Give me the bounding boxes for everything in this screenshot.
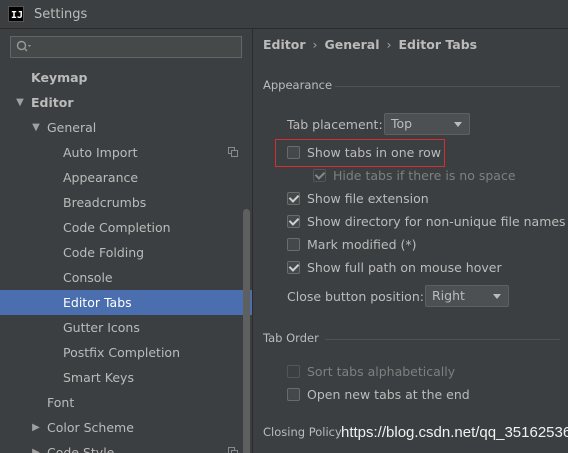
sort-alphabetically-label: Sort tabs alphabetically	[307, 364, 456, 379]
sidebar-item-console[interactable]: Console	[0, 265, 252, 290]
expand-arrow-icon[interactable]: ▼	[30, 115, 42, 140]
sidebar-scrollbar[interactable]	[243, 209, 250, 453]
sort-alphabetically-checkbox	[287, 365, 300, 378]
sidebar-item-label: Postfix Completion	[63, 345, 180, 360]
sidebar-item-label: Breadcrumbs	[63, 195, 147, 210]
sidebar-item-label: Font	[47, 395, 75, 410]
sidebar-item-label: Smart Keys	[63, 370, 134, 385]
sidebar-item-code-style[interactable]: ▶ Code Style	[0, 440, 252, 453]
sidebar-item-label: Color Scheme	[47, 420, 134, 435]
sidebar-item-label: Auto Import	[63, 145, 138, 160]
sidebar-item-code-folding[interactable]: Code Folding	[0, 240, 252, 265]
expand-arrow-icon[interactable]: ▼	[14, 90, 26, 115]
section-appearance-title: Appearance	[263, 78, 333, 92]
sidebar-item-postfix-completion[interactable]: Postfix Completion	[0, 340, 252, 365]
sidebar-item-label: Code Completion	[63, 220, 171, 235]
show-full-path-label: Show full path on mouse hover	[307, 260, 502, 275]
show-file-extension-label: Show file extension	[307, 191, 429, 206]
section-divider	[325, 339, 560, 340]
search-input[interactable]	[10, 36, 242, 58]
sidebar-item-label: Editor Tabs	[63, 295, 132, 310]
sidebar-item-appearance[interactable]: Appearance	[0, 165, 252, 190]
sidebar-item-smart-keys[interactable]: Smart Keys	[0, 365, 252, 390]
mark-modified-checkbox[interactable]	[287, 238, 300, 251]
show-directory-label: Show directory for non-unique file names	[307, 214, 566, 229]
close-button-position-label: Close button position:	[287, 287, 424, 307]
tab-placement-label-text: Tab placement:	[287, 117, 383, 132]
close-button-position-select[interactable]: Right	[425, 285, 509, 307]
title-bar: IJ Settings	[0, 0, 568, 29]
sidebar-item-font[interactable]: Font	[0, 390, 252, 415]
sidebar-item-label: General	[47, 120, 97, 135]
breadcrumb-editor-tabs: Editor Tabs	[398, 37, 478, 52]
close-button-position-value: Right	[432, 288, 465, 303]
collapse-arrow-icon[interactable]: ▶	[30, 415, 42, 440]
section-tab-order-title: Tab Order	[263, 331, 319, 345]
settings-sidebar: Keymap ▼ Editor ▼ General Auto Import Appearan…	[0, 29, 253, 453]
breadcrumb-general[interactable]: General	[325, 37, 380, 52]
chevron-down-icon	[454, 122, 462, 127]
sidebar-item-editor[interactable]: ▼ Editor	[0, 90, 252, 115]
tab-placement-label: Tab placement:	[287, 115, 383, 135]
section-divider	[335, 86, 560, 87]
sidebar-item-label: Appearance	[63, 170, 139, 185]
intellij-logo-icon: IJ	[8, 6, 24, 22]
sidebar-item-color-scheme[interactable]: ▶ Color Scheme	[0, 415, 252, 440]
sidebar-item-label: Code Style	[47, 445, 115, 453]
open-at-end-label: Open new tabs at the end	[307, 387, 470, 402]
mark-modified-label: Mark modified (*)	[307, 237, 417, 252]
search-icon	[16, 40, 31, 52]
watermark: https://blog.csdn.net/qq_35162536	[341, 424, 568, 441]
hide-tabs-checkbox	[313, 169, 326, 182]
show-file-extension-checkbox[interactable]	[287, 192, 300, 205]
open-at-end-checkbox[interactable]	[287, 388, 300, 401]
sidebar-item-code-completion[interactable]: Code Completion	[0, 215, 252, 240]
breadcrumb: Editor › General › Editor Tabs	[263, 35, 477, 55]
project-settings-icon	[228, 147, 238, 157]
show-directory-checkbox[interactable]	[287, 215, 300, 228]
sidebar-item-label: Code Folding	[63, 245, 145, 260]
chevron-down-icon	[493, 294, 501, 299]
sidebar-item-label: Console	[63, 270, 113, 285]
sidebar-item-label: Keymap	[31, 70, 88, 85]
sidebar-item-editor-tabs[interactable]: Editor Tabs	[0, 290, 252, 315]
sidebar-item-breadcrumbs[interactable]: Breadcrumbs	[0, 190, 252, 215]
sidebar-item-label: Gutter Icons	[63, 320, 140, 335]
editor-tabs-panel: Editor › General › Editor Tabs Appearance Ta…	[253, 29, 568, 453]
breadcrumb-editor[interactable]: Editor	[263, 37, 306, 52]
collapse-arrow-icon[interactable]: ▶	[30, 440, 42, 453]
sidebar-item-keymap[interactable]: Keymap	[0, 65, 252, 90]
hide-tabs-label: Hide tabs if there is no space	[333, 168, 516, 183]
show-full-path-checkbox[interactable]	[287, 261, 300, 274]
show-tabs-one-row-label: Show tabs in one row	[307, 145, 442, 160]
section-closing-policy-title: Closing Policy	[263, 425, 342, 439]
sidebar-item-gutter-icons[interactable]: Gutter Icons	[0, 315, 252, 340]
breadcrumb-separator: ›	[386, 37, 392, 52]
tab-placement-value: Top	[391, 116, 413, 131]
sidebar-item-auto-import[interactable]: Auto Import	[0, 140, 252, 165]
sidebar-item-general[interactable]: ▼ General	[0, 115, 252, 140]
close-button-position-label-text: Close button position:	[287, 289, 424, 304]
show-tabs-one-row-checkbox[interactable]	[287, 146, 300, 159]
sidebar-item-label: Editor	[31, 95, 74, 110]
window-title: Settings	[34, 6, 88, 22]
tab-placement-select[interactable]: Top	[384, 113, 470, 135]
breadcrumb-separator: ›	[312, 37, 318, 52]
project-settings-icon	[228, 447, 238, 453]
